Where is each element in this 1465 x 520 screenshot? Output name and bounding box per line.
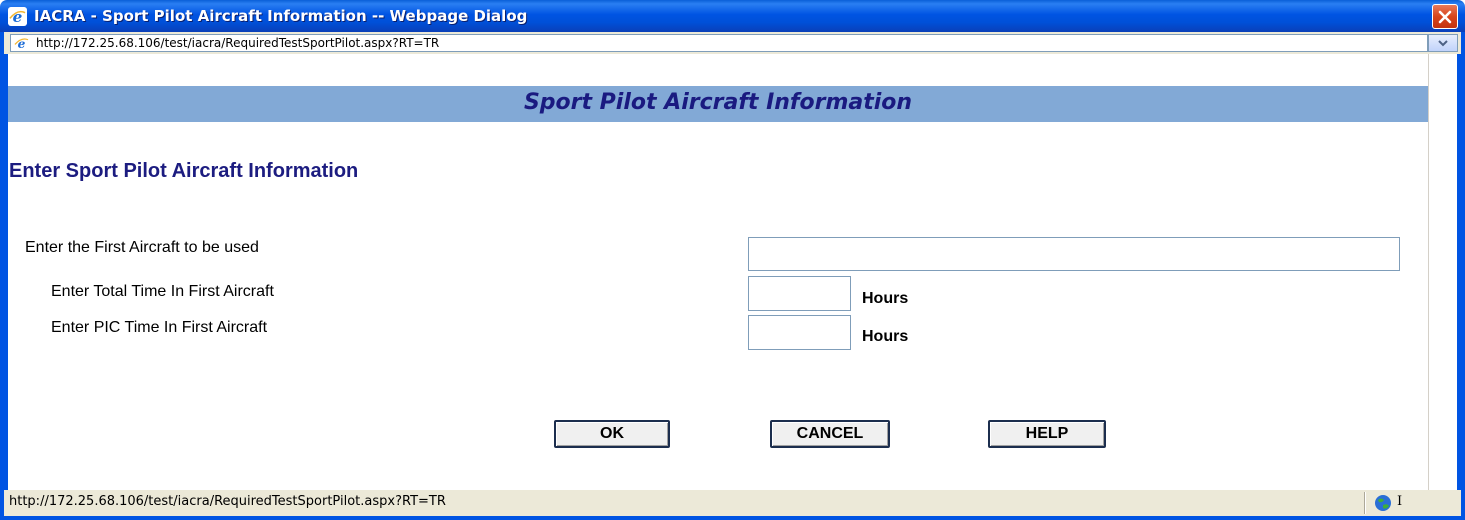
address-dropdown-button[interactable] — [1428, 34, 1458, 52]
ie-icon: e — [8, 7, 27, 26]
close-button[interactable] — [1432, 4, 1458, 29]
address-bar: e http://172.25.68.106/test/iacra/Requir… — [0, 32, 1465, 54]
globe-icon — [1375, 495, 1391, 511]
zone-text: I — [1397, 494, 1403, 509]
window-titlebar[interactable]: e IACRA - Sport Pilot Aircraft Informati… — [0, 0, 1465, 32]
first-aircraft-input[interactable] — [748, 237, 1400, 271]
section-title: Enter Sport Pilot Aircraft Information — [9, 160, 359, 182]
scrollbar-gutter — [1428, 54, 1457, 490]
chevron-down-icon — [1438, 40, 1448, 47]
total-time-unit: Hours — [862, 290, 909, 307]
cancel-button[interactable]: CANCEL — [770, 420, 890, 448]
address-url: http://172.25.68.106/test/iacra/Required… — [36, 36, 440, 50]
page-icon: e — [14, 36, 29, 51]
window-border-left — [0, 54, 8, 490]
ok-button[interactable]: OK — [554, 420, 670, 448]
close-icon — [1438, 10, 1452, 23]
status-text: http://172.25.68.106/test/iacra/Required… — [9, 494, 446, 509]
window-title: IACRA - Sport Pilot Aircraft Information… — [34, 7, 528, 25]
status-bar: http://172.25.68.106/test/iacra/Required… — [0, 490, 1465, 520]
help-button[interactable]: HELP — [988, 420, 1106, 448]
window-border-right — [1457, 54, 1465, 490]
status-divider — [1364, 492, 1366, 514]
page-title: Sport Pilot Aircraft Information — [523, 90, 913, 115]
pic-time-unit: Hours — [862, 328, 909, 345]
total-time-label: Enter Total Time In First Aircraft — [51, 283, 274, 300]
pic-time-label: Enter PIC Time In First Aircraft — [51, 319, 268, 336]
total-time-input[interactable] — [748, 276, 851, 311]
first-aircraft-label: Enter the First Aircraft to be used — [25, 239, 259, 256]
pic-time-input[interactable] — [748, 315, 851, 350]
